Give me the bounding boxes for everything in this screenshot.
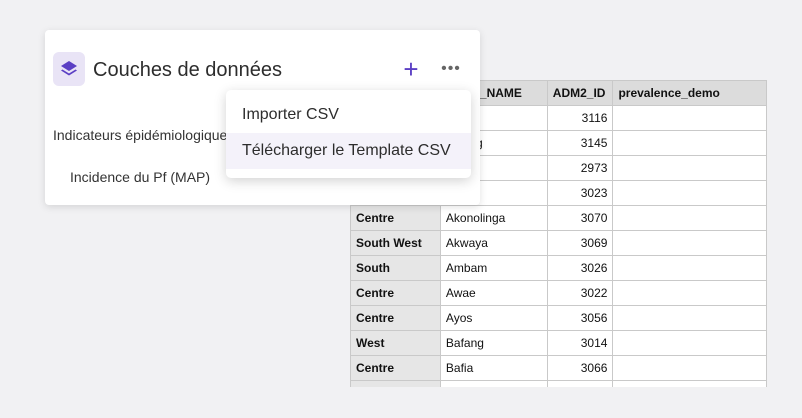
- menu-item-download-template[interactable]: Télécharger le Template CSV: [226, 133, 471, 169]
- table-cell: Centre: [350, 280, 441, 306]
- table-cell: 3023: [546, 180, 614, 206]
- table-row: South West Akwaya 3069: [350, 230, 767, 256]
- table-row: South Ambam 3026: [350, 255, 767, 281]
- table-cell: [546, 380, 614, 387]
- table-row: Centre Akonolinga 3070: [350, 205, 767, 231]
- table-cell: Akwaya: [439, 230, 548, 256]
- column-header: prevalence_demo: [612, 80, 767, 106]
- table-cell: [612, 280, 767, 306]
- table-cell: South: [350, 255, 441, 281]
- table-cell: 3066: [546, 355, 614, 381]
- table-cell: 3056: [546, 305, 614, 331]
- table-cell: [439, 380, 548, 387]
- table-cell: Ayos: [439, 305, 548, 331]
- table-row: Centre Awae 3022: [350, 280, 767, 306]
- menu-item-import-csv[interactable]: Importer CSV: [226, 97, 471, 133]
- table-cell: 3069: [546, 230, 614, 256]
- table-cell: 3014: [546, 330, 614, 356]
- table-cell: [612, 180, 767, 206]
- table-cell: [612, 105, 767, 131]
- table-cell: Akonolinga: [439, 205, 548, 231]
- table-cell: [612, 330, 767, 356]
- layer-item-pf-incidence[interactable]: Incidence du Pf (MAP): [70, 169, 210, 185]
- table-row: Centre Bafia 3066: [350, 355, 767, 381]
- table-cell: 3022: [546, 280, 614, 306]
- options-dropdown-menu: Importer CSV Télécharger le Template CSV: [226, 90, 471, 178]
- layers-icon: [53, 52, 85, 86]
- table-cell: [612, 255, 767, 281]
- table-cell: 3145: [546, 130, 614, 156]
- table-cell: [612, 130, 767, 156]
- table-cell: Centre: [350, 355, 441, 381]
- table-cell: Centre: [350, 205, 441, 231]
- table-row: [350, 380, 767, 387]
- table-cell: [612, 230, 767, 256]
- table-cell: 3070: [546, 205, 614, 231]
- table-cell: [612, 355, 767, 381]
- add-layer-button[interactable]: +: [399, 54, 423, 84]
- table-cell: Bafia: [439, 355, 548, 381]
- table-cell: West: [350, 330, 441, 356]
- panel-title: Couches de données: [93, 59, 283, 81]
- layer-group-epidemiological[interactable]: Indicateurs épidémiologiques: [53, 127, 234, 143]
- table-cell: [612, 205, 767, 231]
- table-cell: [612, 305, 767, 331]
- table-cell: [612, 380, 767, 387]
- table-cell: Ambam: [439, 255, 548, 281]
- more-options-button[interactable]: •••: [439, 56, 463, 82]
- table-cell: 3116: [546, 105, 614, 131]
- column-header: ADM2_ID: [546, 80, 614, 106]
- table-cell: Centre: [350, 305, 441, 331]
- table-cell: 3026: [546, 255, 614, 281]
- table-cell: Awae: [439, 280, 548, 306]
- table-cell: 2973: [546, 155, 614, 181]
- table-cell: Bafang: [439, 330, 548, 356]
- table-cell: [612, 155, 767, 181]
- table-cell: South West: [350, 230, 441, 256]
- table-cell: [350, 380, 441, 387]
- table-row: West Bafang 3014: [350, 330, 767, 356]
- table-row: Centre Ayos 3056: [350, 305, 767, 331]
